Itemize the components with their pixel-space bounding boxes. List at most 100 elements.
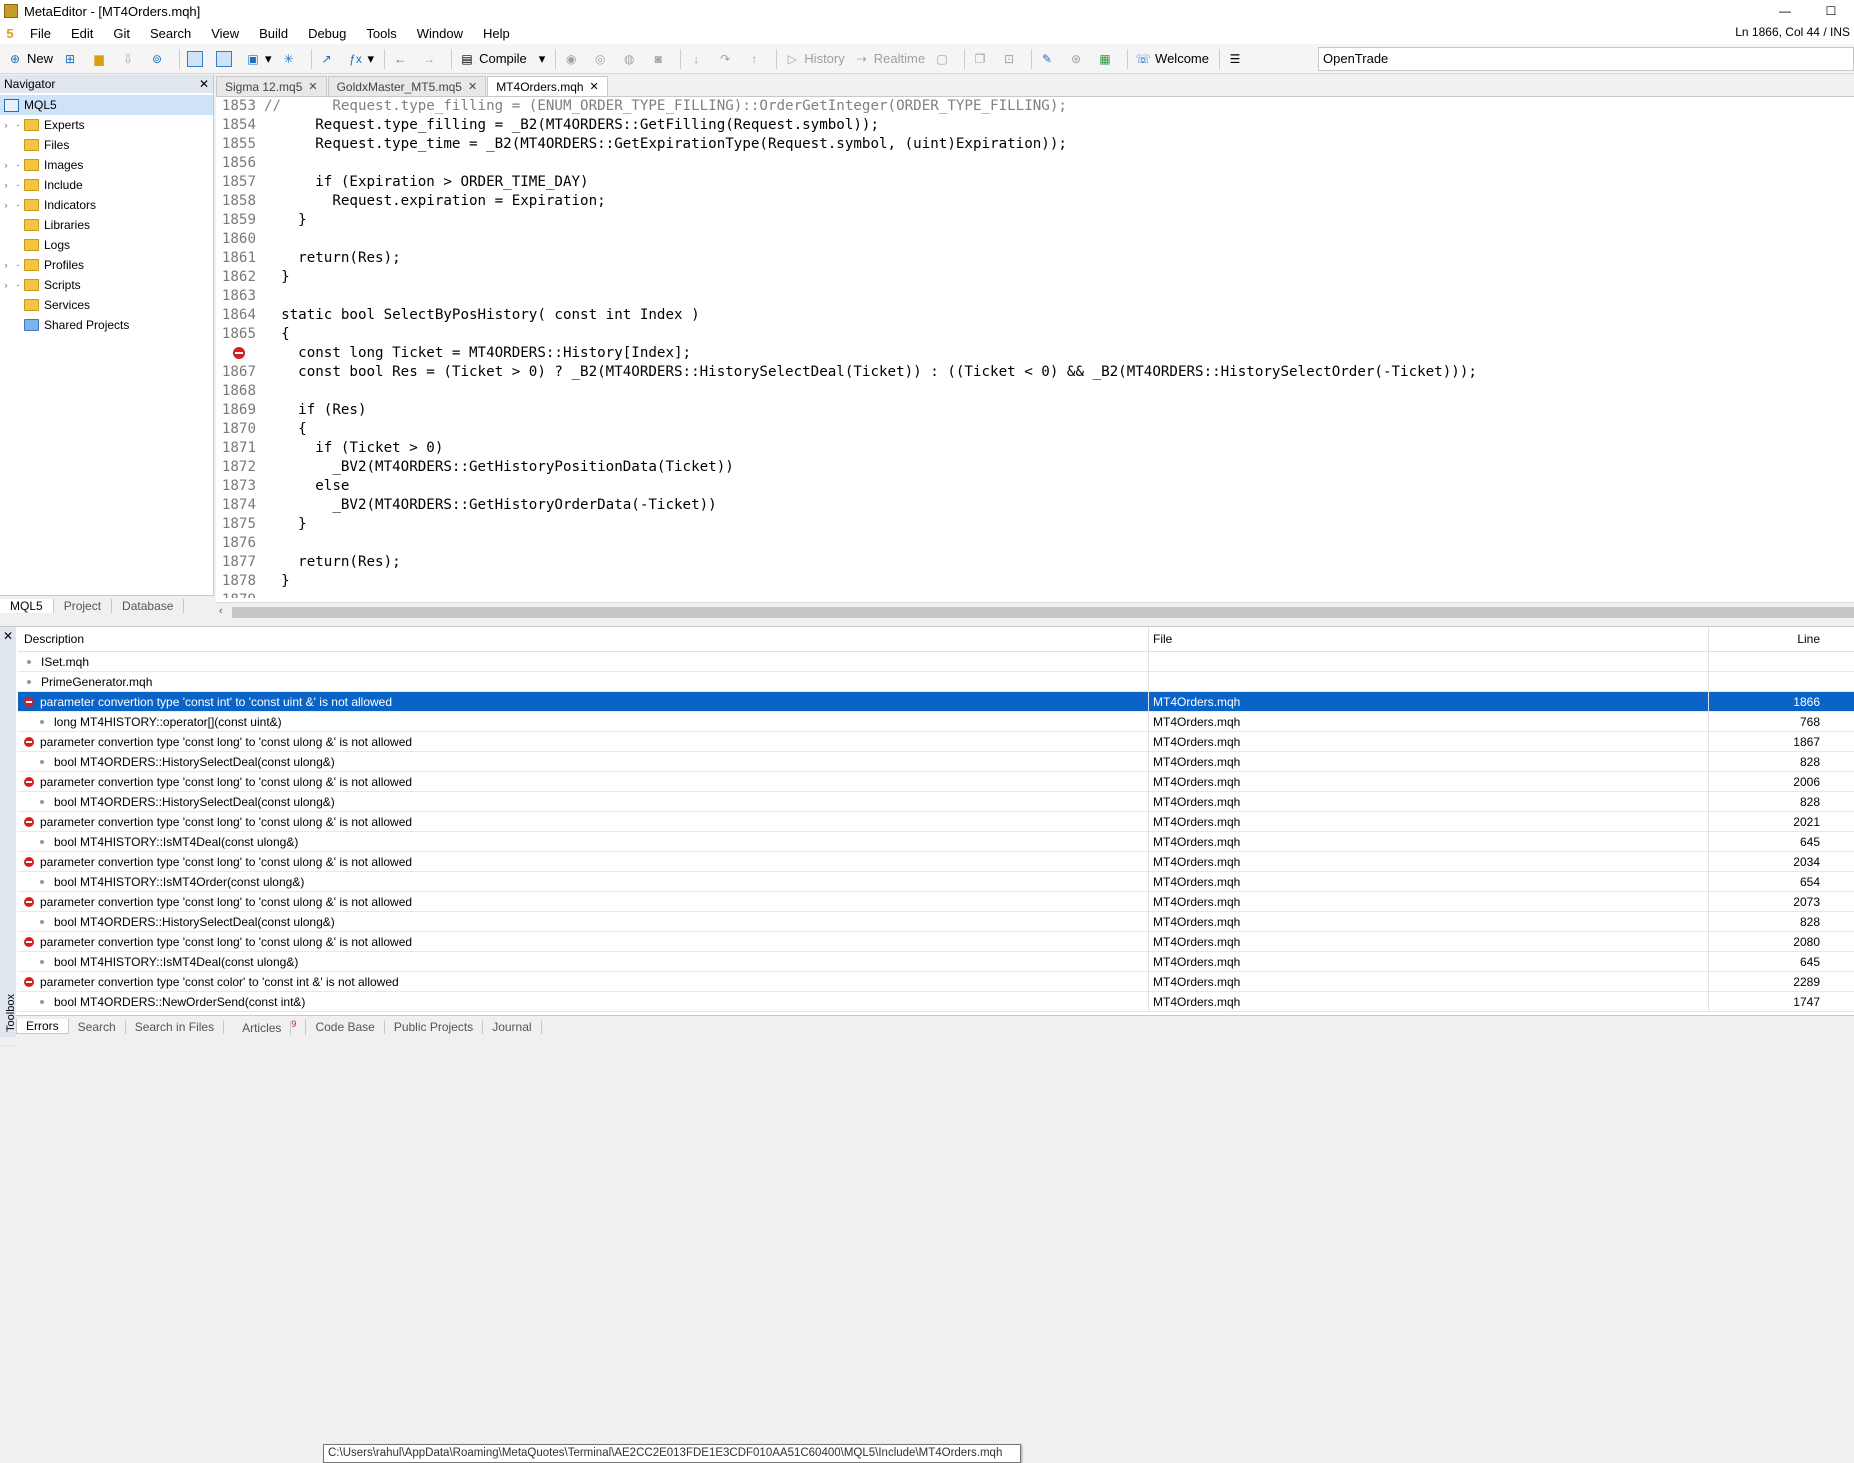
table-row[interactable]: PrimeGenerator.mqh xyxy=(18,672,1854,692)
forward-button[interactable]: → xyxy=(418,47,444,71)
search-input[interactable]: OpenTrade xyxy=(1318,47,1854,71)
code-line[interactable]: 1871 if (Ticket > 0) xyxy=(216,439,1854,458)
navigator-toggle[interactable] xyxy=(184,47,210,71)
error-row[interactable]: parameter convertion type 'const long' t… xyxy=(18,812,1854,832)
scroll-left-icon[interactable]: ‹ xyxy=(219,605,223,617)
close-icon[interactable]: ✕ xyxy=(590,80,599,93)
step-into-button[interactable]: ↓ xyxy=(685,47,711,71)
new-project-button[interactable]: ⊞ xyxy=(59,47,85,71)
code-line[interactable]: 1869 if (Res) xyxy=(216,401,1854,420)
expand-icon[interactable]: › xyxy=(0,120,12,130)
code-line[interactable]: 1876 xyxy=(216,534,1854,553)
code-line[interactable]: 1879 xyxy=(216,591,1854,598)
back-button[interactable]: ← xyxy=(389,47,415,71)
cloud-button[interactable]: ⊛ xyxy=(1065,47,1091,71)
pause-button[interactable]: ◍ xyxy=(618,47,644,71)
table-row[interactable]: bool MT4ORDERS::NewOrderSend(const int&)… xyxy=(18,992,1854,1012)
menu-build[interactable]: Build xyxy=(249,26,298,41)
error-row[interactable]: parameter convertion type 'const color' … xyxy=(18,972,1854,992)
function-button[interactable]: ƒx ▾ xyxy=(345,47,378,71)
code-line[interactable]: 1854 Request.type_filling = _B2(MT4ORDER… xyxy=(216,116,1854,135)
error-row[interactable]: parameter convertion type 'const long' t… xyxy=(18,932,1854,952)
code-line[interactable]: 1872 _BV2(MT4ORDERS::GetHistoryPositionD… xyxy=(216,458,1854,477)
step-out-button[interactable]: ↑ xyxy=(743,47,769,71)
maximize-button[interactable]: ☐ xyxy=(1808,0,1854,22)
tree-item-files[interactable]: Files xyxy=(0,135,213,155)
minimize-button[interactable]: — xyxy=(1762,0,1808,22)
code-line[interactable]: 1858 Request.expiration = Expiration; xyxy=(216,192,1854,211)
code-area[interactable]: 1853 // Request.type_filling = (ENUM_ORDE… xyxy=(216,97,1854,598)
code-line[interactable]: 1877 return(Res); xyxy=(216,553,1854,572)
code-line[interactable]: 1870 { xyxy=(216,420,1854,439)
tab-errors[interactable]: Errors xyxy=(16,1019,69,1034)
code-line[interactable]: 1856 xyxy=(216,154,1854,173)
code-line[interactable]: const long Ticket = MT4ORDERS::History[I… xyxy=(216,344,1854,363)
menu-edit[interactable]: Edit xyxy=(61,26,103,41)
welcome-button[interactable]: ☏ Welcome xyxy=(1132,47,1212,71)
open-button[interactable]: ▆ xyxy=(88,47,114,71)
col-file[interactable]: File xyxy=(1148,627,1708,651)
table-row[interactable]: long MT4HISTORY::operator[](const uint&)… xyxy=(18,712,1854,732)
code-line[interactable]: 1859 } xyxy=(216,211,1854,230)
save-button[interactable]: ⇩ xyxy=(117,47,143,71)
code-line[interactable]: 1875 } xyxy=(216,515,1854,534)
tab-code-base[interactable]: Code Base xyxy=(306,1019,385,1034)
menu-tools[interactable]: Tools xyxy=(356,26,406,41)
expand-icon[interactable]: › xyxy=(0,200,12,210)
tree-item-services[interactable]: Services xyxy=(0,295,213,315)
styler-button[interactable]: ▣ ▾ xyxy=(242,47,275,71)
horizontal-scrollbar[interactable]: ‹ xyxy=(216,602,1854,620)
debug-history-button[interactable]: ◎ xyxy=(589,47,615,71)
error-row[interactable]: parameter convertion type 'const long' t… xyxy=(18,732,1854,752)
market-button[interactable]: ✎ xyxy=(1036,47,1062,71)
tree-item-indicators[interactable]: › - Indicators xyxy=(0,195,213,215)
tree-item-experts[interactable]: › - Experts xyxy=(0,115,213,135)
code-line[interactable]: 1857 if (Expiration > ORDER_TIME_DAY) xyxy=(216,173,1854,192)
table-row[interactable]: bool MT4HISTORY::IsMT4Deal(const ulong&)… xyxy=(18,952,1854,972)
menu-git[interactable]: Git xyxy=(103,26,140,41)
error-row[interactable]: parameter convertion type 'const long' t… xyxy=(18,852,1854,872)
code-line[interactable]: 1868 xyxy=(216,382,1854,401)
stop-profile-button[interactable]: ▢ xyxy=(931,47,957,71)
tab-goldxmaster[interactable]: GoldxMaster_MT5.mq5 ✕ xyxy=(327,76,487,96)
error-row[interactable]: parameter convertion type 'const long' t… xyxy=(18,772,1854,792)
compile-button[interactable]: ▤ Compile ▾ xyxy=(456,47,548,71)
code-line[interactable]: 1862 } xyxy=(216,268,1854,287)
menu-file[interactable]: File xyxy=(20,26,61,41)
toolbox-toggle[interactable] xyxy=(213,47,239,71)
code-line[interactable]: 1873 else xyxy=(216,477,1854,496)
code-line[interactable]: 1867 const bool Res = (Ticket > 0) ? _B2… xyxy=(216,363,1854,382)
tab-search-in-files[interactable]: Search in Files xyxy=(126,1019,225,1034)
code-line[interactable]: 1863 xyxy=(216,287,1854,306)
stop-button[interactable]: ◙ xyxy=(647,47,673,71)
code-line[interactable]: 1860 xyxy=(216,230,1854,249)
expand-icon[interactable]: › xyxy=(0,160,12,170)
code-line[interactable]: 1853 // Request.type_filling = (ENUM_ORDE… xyxy=(216,97,1854,116)
close-icon[interactable]: ✕ xyxy=(3,629,13,643)
tab-journal[interactable]: Journal xyxy=(483,1019,542,1034)
tab-search[interactable]: Search xyxy=(69,1019,126,1034)
close-icon[interactable]: ✕ xyxy=(199,77,209,91)
menu-search[interactable]: Search xyxy=(140,26,201,41)
error-row[interactable]: parameter convertion type 'const long' t… xyxy=(18,892,1854,912)
app-menu-icon[interactable]: 5 xyxy=(0,26,20,41)
menu-debug[interactable]: Debug xyxy=(298,26,356,41)
table-row[interactable]: bool MT4HISTORY::IsMT4Order(const ulong&… xyxy=(18,872,1854,892)
tab-public-projects[interactable]: Public Projects xyxy=(385,1019,484,1034)
history-button[interactable]: ▷ History xyxy=(781,47,847,71)
tree-item-shared-projects[interactable]: Shared Projects xyxy=(0,315,213,335)
menu-view[interactable]: View xyxy=(201,26,249,41)
compare-button[interactable]: ⊡ xyxy=(998,47,1024,71)
table-row[interactable]: bool MT4ORDERS::HistorySelectDeal(const … xyxy=(18,792,1854,812)
download-button[interactable]: ⊚ xyxy=(146,47,172,71)
tree-root-mql5[interactable]: MQL5 xyxy=(0,95,213,115)
realtime-button[interactable]: ⇢ Realtime xyxy=(851,47,928,71)
code-line[interactable]: 1874 _BV2(MT4ORDERS::GetHistoryOrderData… xyxy=(216,496,1854,515)
close-icon[interactable]: ✕ xyxy=(468,80,477,93)
spell-button[interactable]: ✳ xyxy=(278,47,304,71)
table-row[interactable]: ISet.mqh xyxy=(18,652,1854,672)
tree-item-images[interactable]: › - Images xyxy=(0,155,213,175)
tree-item-include[interactable]: › - Include xyxy=(0,175,213,195)
new-button[interactable]: ⊕ New xyxy=(4,47,56,71)
tree-item-profiles[interactable]: › - Profiles xyxy=(0,255,213,275)
